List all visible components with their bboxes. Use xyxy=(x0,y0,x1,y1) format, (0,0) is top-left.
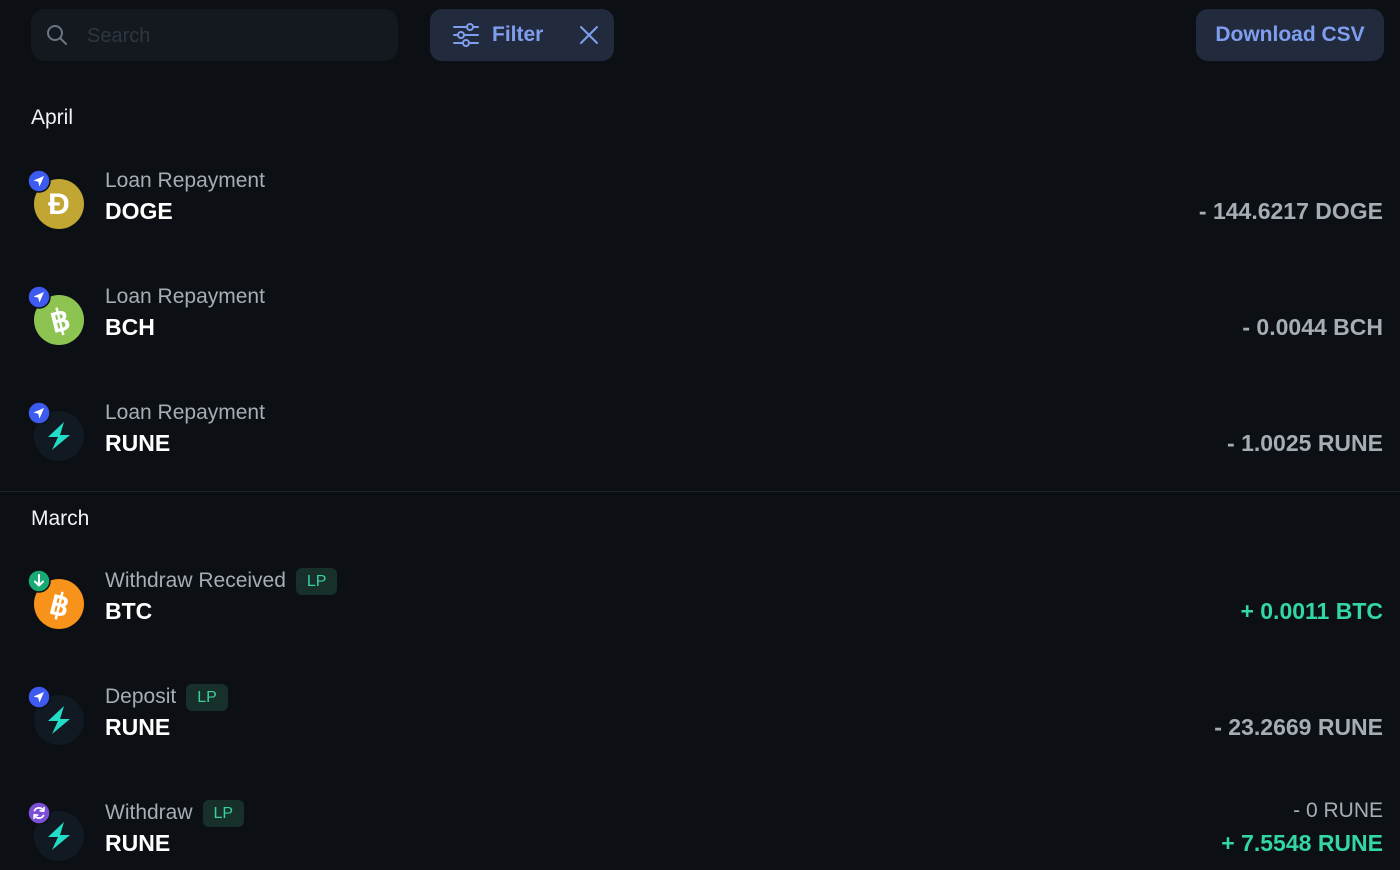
toolbar: Filter Download CSV xyxy=(0,9,1400,63)
asset-symbol: RUNE xyxy=(105,830,171,856)
search-icon xyxy=(47,25,67,45)
receive-icon xyxy=(27,569,51,593)
month-heading: April xyxy=(31,106,74,129)
send-icon xyxy=(27,685,51,709)
search-input[interactable] xyxy=(85,9,389,63)
filter-button[interactable]: Filter xyxy=(430,9,614,61)
send-icon xyxy=(27,169,51,193)
svg-text:Ð: Ð xyxy=(48,188,70,221)
transaction-row[interactable]: Loan Repayment RUNE - 1.0025 RUNE xyxy=(0,399,1400,499)
transaction-type: Loan Repayment xyxy=(105,169,265,192)
group-divider xyxy=(0,491,1400,492)
asset-symbol: BTC xyxy=(105,598,153,624)
transaction-amount-secondary: - 0 RUNE xyxy=(1293,799,1383,822)
send-icon xyxy=(27,401,51,425)
transaction-row[interactable]: Deposit LP RUNE - 23.2669 RUNE xyxy=(0,683,1400,783)
transaction-row[interactable]: ฿ Loan Repayment BCH - 0.0044 BCH xyxy=(0,283,1400,383)
asset-symbol: DOGE xyxy=(105,198,173,224)
transaction-row[interactable]: ฿ Withdraw Received LP BTC + 0.0011 BTC xyxy=(0,567,1400,667)
transaction-row[interactable]: Withdraw LP RUNE - 0 RUNE + 7.5548 RUNE xyxy=(0,799,1400,870)
month-heading: March xyxy=(31,507,90,530)
transaction-amount: + 7.5548 RUNE xyxy=(1221,830,1383,856)
transaction-amount: - 23.2669 RUNE xyxy=(1214,714,1383,740)
lp-tag: LP xyxy=(295,567,338,595)
transaction-type: Withdraw Received LP xyxy=(105,567,338,595)
send-icon xyxy=(27,285,51,309)
transaction-amount: + 0.0011 BTC xyxy=(1240,598,1383,624)
asset-symbol: RUNE xyxy=(105,430,171,456)
sliders-icon xyxy=(453,23,479,47)
lp-tag: LP xyxy=(186,683,228,711)
transaction-type: Loan Repayment xyxy=(105,285,265,308)
transaction-row[interactable]: Ð Loan Repayment DOGE - 144.6217 DOGE xyxy=(0,167,1400,267)
transaction-type: Withdraw LP xyxy=(105,799,245,827)
download-csv-button[interactable]: Download CSV xyxy=(1196,9,1384,61)
transaction-type: Deposit LP xyxy=(105,683,228,711)
transaction-amount: - 0.0044 BCH xyxy=(1242,314,1383,340)
asset-symbol: BCH xyxy=(105,314,155,340)
asset-symbol: RUNE xyxy=(105,714,171,740)
close-icon[interactable] xyxy=(578,24,600,46)
lp-tag: LP xyxy=(202,799,245,827)
search-box[interactable] xyxy=(31,9,398,63)
transaction-amount: - 1.0025 RUNE xyxy=(1227,430,1383,456)
filter-label: Filter xyxy=(492,23,544,46)
transaction-type: Loan Repayment xyxy=(105,401,265,424)
transaction-amount: - 144.6217 DOGE xyxy=(1198,198,1383,224)
swap-icon xyxy=(27,801,51,825)
